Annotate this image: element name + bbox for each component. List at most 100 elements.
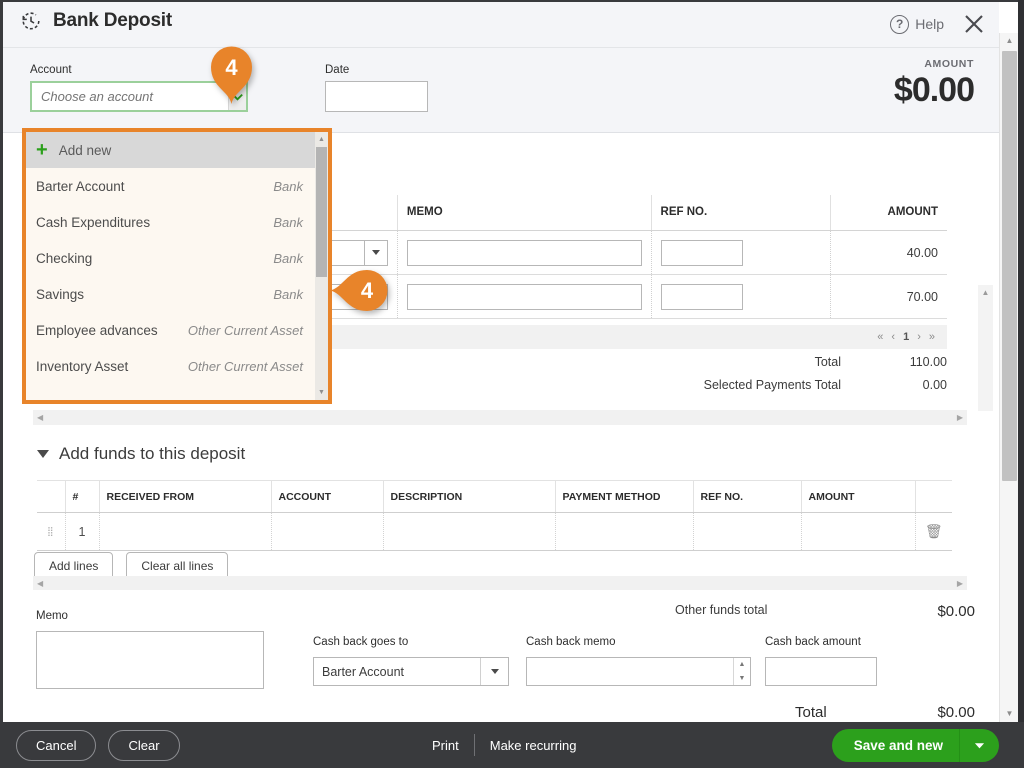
print-link[interactable]: Print [432,738,459,753]
cancel-button[interactable]: Cancel [16,729,97,761]
pager-current-page[interactable]: 1 [903,331,909,343]
save-and-new-button[interactable]: Save and new [832,729,959,762]
scroll-left-arrow-icon[interactable]: ◀ [37,413,43,422]
memo-textarea[interactable] [36,631,264,689]
header-actions: ? Help [890,11,987,37]
memo-label: Memo [36,610,68,622]
add-funds-horizontal-scrollbar[interactable]: ◀ ▶ [33,576,967,590]
pager-first-button[interactable]: « [877,331,883,343]
cell-ref-no[interactable] [693,512,802,551]
triangle-up-icon[interactable]: ▲ [734,658,750,672]
triangle-up-icon[interactable]: ▲ [315,133,328,146]
triangle-down-icon[interactable]: ▼ [315,386,328,399]
option-name: Barter Account [36,178,125,194]
cell-ref-no[interactable] [651,230,832,275]
cell-delete[interactable]: 🗑 [915,512,952,551]
column-received-from: RECEIVED FROM [99,480,272,513]
add-funds-heading: Add funds to this deposit [37,444,245,464]
triangle-down-icon[interactable] [959,728,999,762]
save-and-new-button-group[interactable]: Save and new [831,728,999,762]
dropdown-item-barter-account[interactable]: Barter Account Bank [26,168,315,204]
option-name: Savings [36,286,85,302]
help-button[interactable]: ? Help [890,14,944,34]
dropdown-item-checking[interactable]: Checking Bank [26,240,315,276]
callout-number: 4 [361,278,374,303]
cell-payment-method[interactable] [555,512,694,551]
column-memo: MEMO [397,195,652,231]
spinner-control[interactable]: ▲ ▼ [733,658,750,685]
bank-deposit-window: Bank Deposit ? Help Account Choose an ac… [0,0,1024,768]
cash-back-memo-group: Cash back memo ▲ ▼ [526,636,751,686]
make-recurring-link[interactable]: Make recurring [490,738,577,753]
cell-grip[interactable]: ⣿ [37,512,66,551]
table-row[interactable]: ⣿ 1 🗑 [37,512,952,551]
scroll-right-arrow-icon[interactable]: ▶ [957,579,963,588]
ref-no-input[interactable] [660,239,743,266]
page-vertical-scrollbar[interactable]: ▲ ▼ [999,33,1018,722]
cash-back-memo-label: Cash back memo [526,636,616,648]
triangle-up-icon[interactable]: ▲ [978,285,993,299]
date-input[interactable] [325,81,428,112]
pager-last-button[interactable]: » [929,331,935,343]
dropdown-scrollbar[interactable]: ▲ ▼ [315,132,328,400]
cell-description[interactable] [383,512,556,551]
total-row: Total 110.00 [704,355,947,369]
triangle-up-icon[interactable]: ▲ [1000,33,1019,49]
cell-amount[interactable] [801,512,916,551]
memo-input[interactable] [406,239,642,266]
clear-button[interactable]: Clear [108,729,180,761]
scroll-left-arrow-icon[interactable]: ◀ [37,579,43,588]
triangle-down-icon[interactable]: ▼ [734,672,750,686]
add-funds-table: # RECEIVED FROM ACCOUNT DESCRIPTION PAYM… [37,480,952,551]
close-x-icon[interactable] [961,11,987,37]
pager-prev-button[interactable]: ‹ [891,331,895,343]
question-mark-icon: ? [890,14,910,34]
account-input[interactable] [32,83,228,110]
cell-ref-no[interactable] [651,274,832,319]
option-type: Bank [273,214,303,230]
dropdown-item-employee-advances[interactable]: Employee advances Other Current Asset [26,312,315,348]
cash-back-memo-field[interactable]: ▲ ▼ [526,657,751,686]
dropdown-item-cash-expenditures[interactable]: Cash Expenditures Bank [26,204,315,240]
cash-back-goes-to-label: Cash back goes to [313,636,409,648]
cell-memo[interactable] [397,230,652,275]
cell-memo[interactable] [397,274,652,319]
dropdown-item-inventory-asset[interactable]: Inventory Asset Other Current Asset [26,348,315,384]
help-label: Help [915,16,944,32]
add-new-label: Add new [58,142,112,158]
selected-payments-total-label: Selected Payments Total [703,378,841,392]
cell-account[interactable] [271,512,384,551]
dropdown-item-savings[interactable]: Savings Bank [26,276,315,312]
scroll-right-arrow-icon[interactable]: ▶ [957,413,963,422]
footer-divider [473,734,475,756]
ref-no-input[interactable] [660,283,743,310]
trash-icon[interactable]: 🗑 [925,523,943,539]
payments-horizontal-scrollbar[interactable]: ◀ ▶ [33,410,967,425]
column-ref-no: REF NO. [693,480,802,513]
window-right-edge [1018,0,1024,768]
payments-vertical-scrollbar[interactable]: ▲ ▼ [978,285,993,411]
cash-back-memo-input[interactable] [527,658,733,685]
chevron-down-icon[interactable] [480,658,508,685]
other-funds-total-value: $0.00 [937,603,975,620]
date-label: Date [325,64,350,76]
pager-next-button[interactable]: › [917,331,921,343]
cash-back-amount-input[interactable] [765,657,877,686]
option-type: Bank [273,250,303,266]
add-funds-title: Add funds to this deposit [59,444,246,463]
triangle-down-icon[interactable] [37,450,49,458]
callout-marker-4-down: 4 [209,43,254,105]
memo-input[interactable] [406,283,642,310]
amount-summary: AMOUNT $0.00 [894,58,975,110]
page-scrollbar-thumb[interactable] [1002,51,1017,481]
callout-marker-4-left: 4 [329,268,391,313]
dropdown-scrollbar-thumb[interactable] [316,147,327,277]
account-dropdown-list[interactable]: + Add new Barter Account Bank Cash Expen… [22,128,332,404]
cash-back-account-select[interactable]: Barter Account [313,657,509,686]
dropdown-item-add-new[interactable]: + Add new [26,132,315,168]
drag-handle-icon[interactable]: ⣿ [46,527,55,540]
chevron-down-icon[interactable] [363,239,388,266]
cell-amount: 70.00 [830,274,947,319]
cell-received-from[interactable] [99,512,272,551]
triangle-down-icon[interactable]: ▼ [1000,706,1019,722]
